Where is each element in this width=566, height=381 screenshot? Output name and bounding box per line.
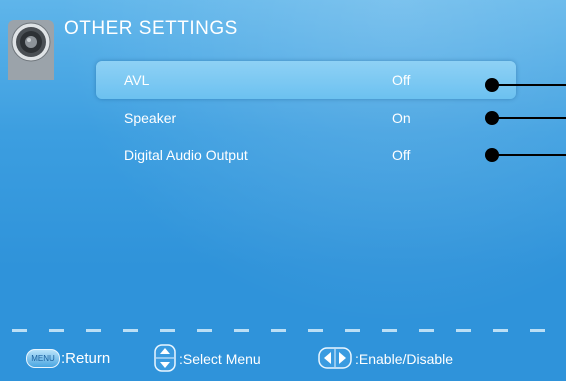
osd-header: OTHER SETTINGS	[0, 0, 566, 80]
callout-line	[497, 117, 566, 119]
up-down-arrows-icon	[154, 344, 176, 372]
menu-item-digital-audio-output[interactable]: Digital Audio Output Off	[96, 136, 516, 174]
menu-item-value: On	[392, 110, 411, 126]
menu-key-icon: MENU	[26, 349, 60, 368]
menu-item-label: Digital Audio Output	[124, 147, 248, 163]
return-hint: :Return	[61, 350, 111, 367]
speaker-icon	[11, 22, 51, 62]
menu-item-avl[interactable]: AVL Off	[96, 61, 516, 99]
osd-screen: OTHER SETTINGS AVL Off Speaker On Digita…	[0, 0, 566, 381]
menu-item-speaker[interactable]: Speaker On	[96, 99, 516, 137]
page-title: OTHER SETTINGS	[64, 18, 238, 39]
menu-item-value: Off	[392, 72, 411, 88]
select-menu-hint: :Select Menu	[179, 351, 261, 367]
menu-item-label: Speaker	[124, 110, 177, 126]
menu-item-label: AVL	[124, 72, 150, 88]
callout-line	[497, 84, 566, 86]
enable-disable-hint: :Enable/Disable	[355, 351, 454, 367]
footer-help-bar: MENU :Return :Select Menu :Enable/Disabl…	[0, 340, 566, 381]
icon-tab	[8, 20, 54, 80]
footer-separator	[12, 329, 560, 332]
callout-line	[497, 154, 566, 156]
menu-item-value: Off	[392, 147, 411, 163]
left-right-arrows-icon	[318, 347, 352, 369]
